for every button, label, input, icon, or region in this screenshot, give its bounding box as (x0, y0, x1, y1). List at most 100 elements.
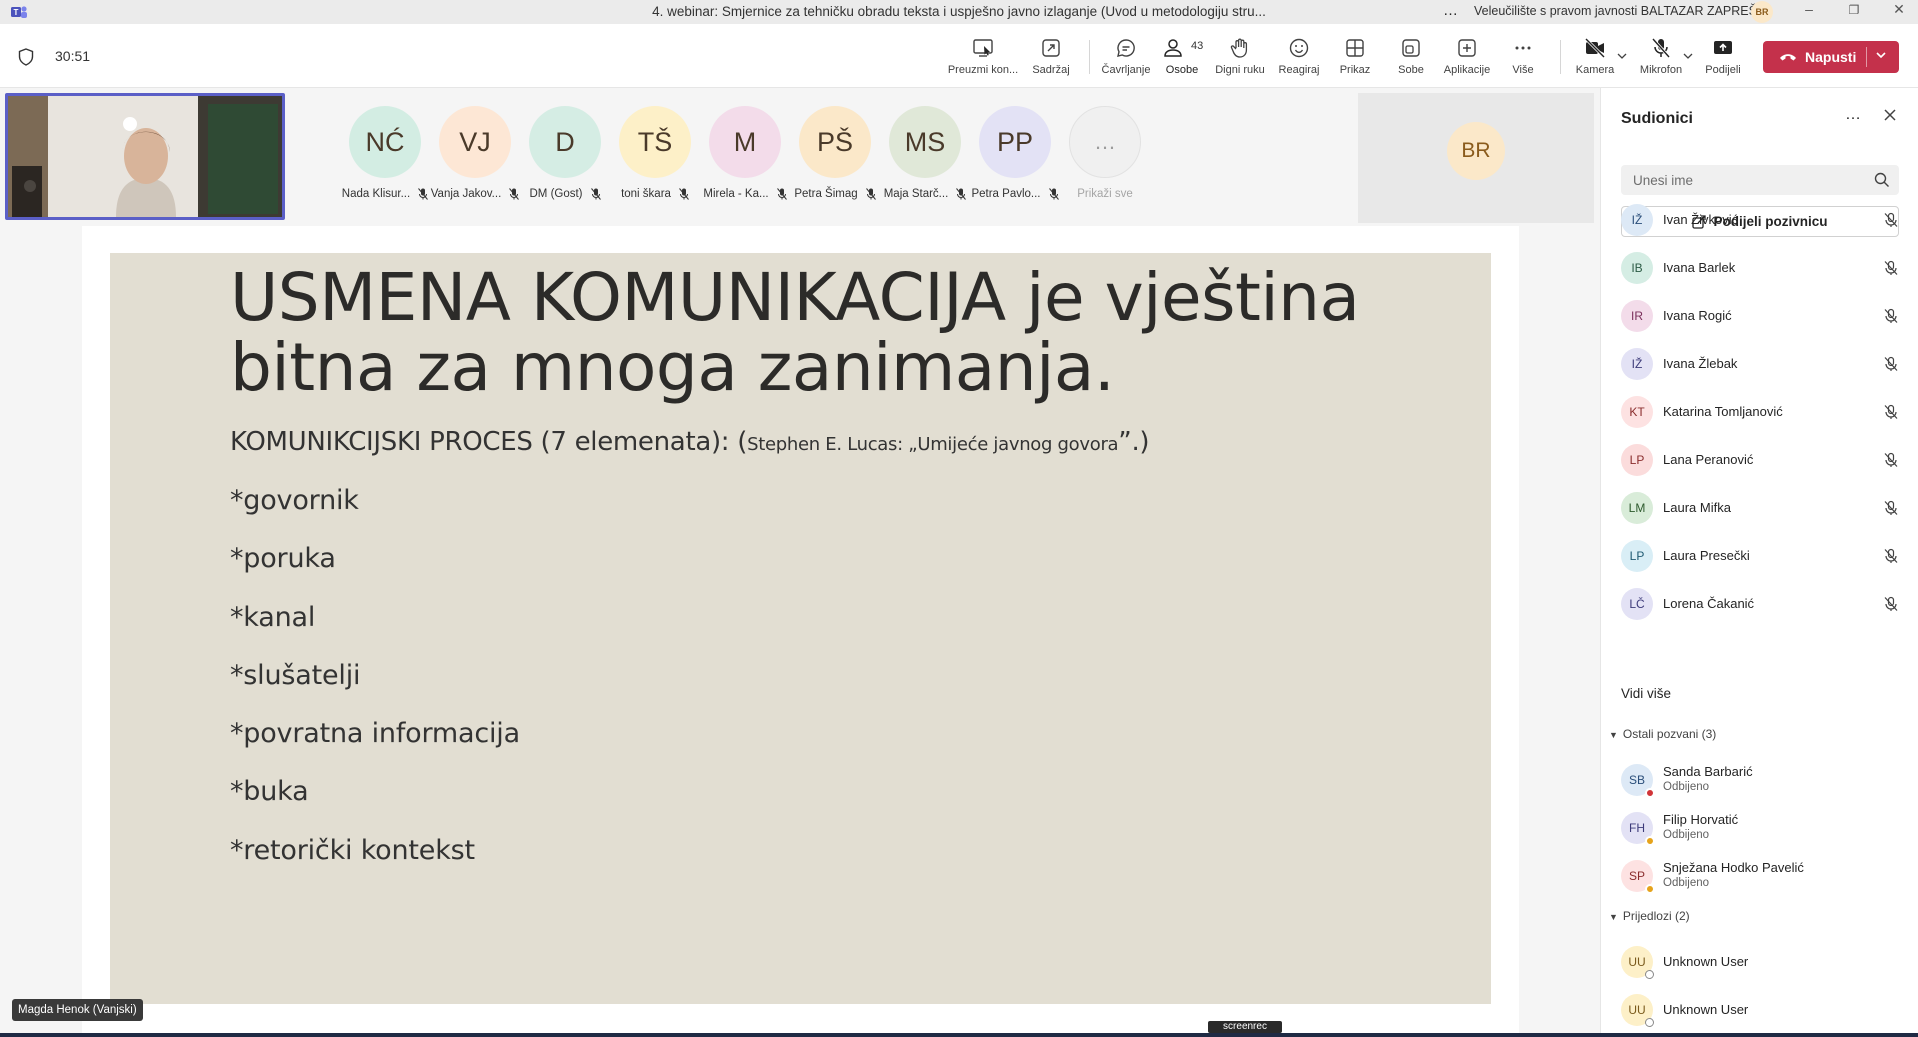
presenter-video[interactable] (5, 93, 285, 220)
chat-label: Čavrljanje (1101, 64, 1151, 76)
suggested-name: Unknown User (1663, 1002, 1749, 1017)
share-screen-icon (1714, 41, 1732, 54)
participant-name: Laura Presečki (1663, 548, 1750, 563)
participant-row[interactable]: LČ Lorena Čakanić (1621, 584, 1899, 624)
muted-mic-icon[interactable] (1883, 404, 1899, 425)
more-icon (1515, 46, 1531, 50)
search-icon[interactable] (1874, 172, 1890, 188)
show-all-label: Prikaži sve (1077, 188, 1133, 200)
invited-name: Filip Horvatić (1663, 812, 1739, 827)
invited-row[interactable]: SB Sanda Barbarić Odbijeno (1621, 760, 1899, 800)
presentation-slide: USMENA KOMUNIKACIJA je vještina bitna za… (110, 253, 1491, 1004)
phone-hangup-icon (1780, 54, 1796, 61)
muted-mic-icon[interactable] (1883, 500, 1899, 521)
raise-hand-icon (1230, 38, 1248, 58)
take-control-label: Preuzmi kon... (947, 64, 1019, 76)
suggestion-row[interactable]: UU Unknown User (1621, 990, 1899, 1030)
invited-row[interactable]: SP Snježana Hodko Pavelić Odbijeno (1621, 856, 1899, 896)
meeting-timer: 30:51 (55, 48, 91, 64)
see-more-link[interactable]: Vidi više (1621, 686, 1671, 701)
people-icon (1164, 39, 1182, 57)
suggested-name: Unknown User (1663, 954, 1749, 969)
search-input[interactable] (1621, 165, 1899, 195)
close-icon[interactable] (1883, 108, 1897, 122)
avatar: NĆ (349, 106, 421, 178)
avatar: IR (1621, 300, 1653, 332)
muted-mic-icon[interactable] (1883, 452, 1899, 473)
muted-mic-icon[interactable] (1883, 596, 1899, 617)
muted-mic-icon[interactable] (1883, 356, 1899, 377)
suggestions-label: Prijedlozi (2) (1622, 909, 1690, 923)
participant-row[interactable]: IB Ivana Barlek (1621, 248, 1899, 288)
more-button[interactable]: Više (1486, 36, 1560, 76)
slide-list-item: *retorički kontekst (230, 834, 475, 866)
participant-row[interactable]: LM Laura Mifka (1621, 488, 1899, 528)
avatar: TŠ (619, 106, 691, 178)
take-control-icon (973, 39, 993, 57)
invited-name: Snježana Hodko Pavelić (1663, 860, 1804, 875)
slide-list-item: *buka (230, 776, 309, 808)
participant-name: toni škara (621, 188, 671, 201)
content-label: Sadržaj (1032, 64, 1070, 76)
collapse-chevron-icon: ▼ (1609, 912, 1618, 922)
presence-status-icon (1645, 1018, 1654, 1027)
leave-options-chevron-icon[interactable] (1875, 48, 1887, 62)
presenter-name-tag: Magda Henok (Vanjski) (12, 999, 143, 1021)
titlebar-more-icon[interactable]: … (1443, 2, 1459, 19)
presence-status-icon (1645, 788, 1655, 798)
react-label: Reagiraj (1278, 64, 1320, 76)
invited-row[interactable]: FH Filip Horvatić Odbijeno (1621, 808, 1899, 848)
mic-off-icon (1651, 38, 1671, 58)
participant-row[interactable]: IR Ivana Rogić (1621, 296, 1899, 336)
others-invited-header[interactable]: ▼ Ostali pozvani (3) (1609, 727, 1716, 741)
avatar: PP (979, 106, 1051, 178)
avatar: VJ (439, 106, 511, 178)
muted-mic-icon[interactable] (1883, 260, 1899, 281)
avatar: IB (1621, 252, 1653, 284)
participant-row[interactable]: LP Lana Peranović (1621, 440, 1899, 480)
more-label: Više (1512, 64, 1534, 76)
participant-name: Katarina Tomljanović (1663, 404, 1783, 419)
participant-row[interactable]: IŽ Ivan Živković (1621, 200, 1899, 240)
restore-button[interactable]: ❐ (1844, 3, 1864, 17)
slide-title: USMENA KOMUNIKACIJA je vještina bitna za… (230, 263, 1360, 406)
presence-status-icon (1645, 884, 1655, 894)
slide-title-line: bitna za mnoga zanimanja. (230, 329, 1115, 406)
participant-name: Ivan Živković (1663, 212, 1739, 227)
close-window-button[interactable]: ✕ (1889, 1, 1909, 18)
slide-list-item: *povratna informacija (230, 718, 520, 750)
organization-name: Veleučilište s pravom javnosti BALTAZAR … (1474, 4, 1770, 18)
muted-mic-icon[interactable] (1883, 548, 1899, 569)
collapse-chevron-icon: ▼ (1609, 730, 1618, 740)
chat-icon (1117, 39, 1135, 57)
participant-row[interactable]: LP Laura Presečki (1621, 536, 1899, 576)
suggestions-header[interactable]: ▼ Prijedlozi (2) (1609, 909, 1690, 923)
take-control-button[interactable]: Preuzmi kon... (946, 36, 1020, 76)
muted-mic-icon[interactable] (1883, 308, 1899, 329)
people-label: Osobe (1165, 64, 1199, 76)
leave-button[interactable]: Napusti (1763, 41, 1899, 73)
participant-row[interactable]: IŽ Ivana Žlebak (1621, 344, 1899, 384)
content-button[interactable]: Sadržaj (1014, 36, 1088, 76)
avatar: M (709, 106, 781, 178)
participant-name: Ivana Barlek (1663, 260, 1736, 275)
show-all-participants-button[interactable]: … Prikaži sve (1050, 106, 1160, 200)
others-invited-label: Ostali pozvani (3) (1622, 727, 1717, 741)
rooms-label: Sobe (1398, 64, 1424, 76)
window-titlebar: T 4. webinar: Smjernice za tehničku obra… (0, 0, 1918, 24)
suggestion-row[interactable]: UU Unknown User (1621, 942, 1899, 982)
participants-panel: Sudionici … Podijeli pozivnicu IŽIvan Ži… (1600, 88, 1918, 1033)
participant-row[interactable]: KT Katarina Tomljanović (1621, 392, 1899, 432)
slide-list-item: *poruka (230, 543, 336, 575)
self-tile[interactable]: BR (1358, 93, 1594, 223)
muted-mic-icon[interactable] (1883, 212, 1899, 233)
participant-name: Lana Peranović (1663, 452, 1754, 467)
panel-more-icon[interactable]: … (1845, 106, 1861, 124)
account-avatar[interactable]: BR (1751, 1, 1773, 23)
slide-list-item: *kanal (230, 601, 316, 633)
slide-list: *govornik *poruka *kanal *slušatelji *po… (230, 485, 520, 893)
minimize-button[interactable]: – (1799, 1, 1819, 17)
emoji-icon (1289, 38, 1309, 58)
avatar: BR (1447, 122, 1505, 180)
share-button[interactable]: Podijeli (1686, 36, 1760, 76)
